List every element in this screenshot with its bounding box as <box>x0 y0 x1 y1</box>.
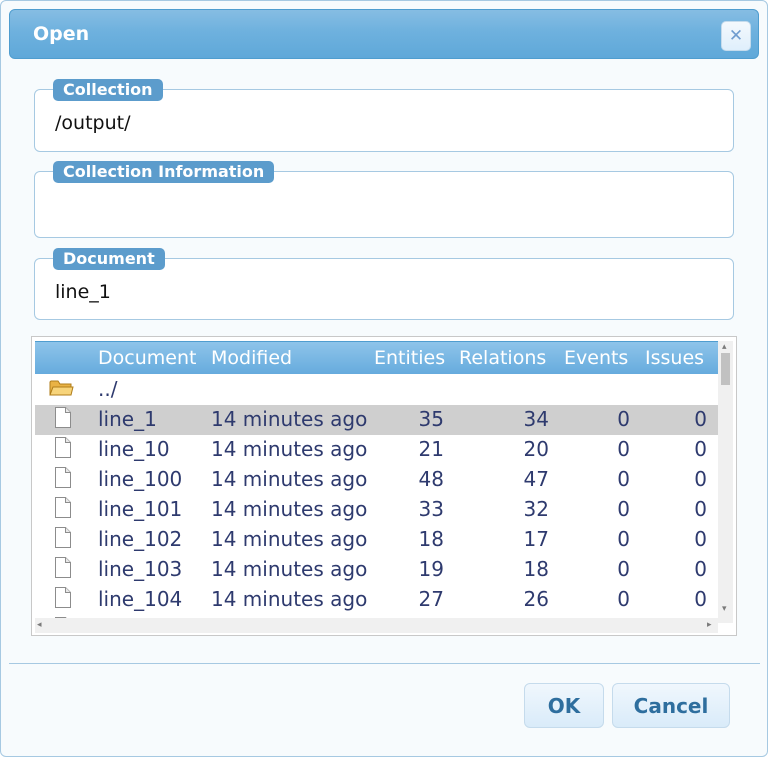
table-row[interactable]: line_104 14 minutes ago 27 26 0 0 <box>35 585 718 615</box>
document-icon <box>55 497 71 518</box>
row-issues: 0 <box>694 527 707 551</box>
row-issues: 0 <box>694 497 707 521</box>
row-entities: 27 <box>418 587 444 611</box>
document-list-viewport: Document Modified Entities Relations Eve… <box>35 341 718 623</box>
vertical-scrollbar[interactable]: ▴ ▾ <box>718 341 733 623</box>
document-icon <box>55 407 71 428</box>
row-relations: 32 <box>523 497 549 521</box>
row-events: 0 <box>617 497 630 521</box>
row-document-name: line_10 <box>98 437 170 461</box>
row-modified: 14 minutes ago <box>211 497 368 521</box>
document-value: line_1 <box>55 281 111 303</box>
dialog-titlebar[interactable]: Open ✕ <box>9 9 759 59</box>
cancel-button[interactable]: Cancel <box>612 683 730 728</box>
row-document-name: line_1 <box>98 407 157 431</box>
scroll-left-icon[interactable]: ◂ <box>37 621 42 630</box>
ok-button[interactable]: OK <box>524 683 604 728</box>
button-pane-divider <box>9 663 760 664</box>
table-header: Document Modified Entities Relations Eve… <box>35 341 718 374</box>
row-relations: 34 <box>523 407 549 431</box>
row-relations: 18 <box>523 557 549 581</box>
row-document-name: line_101 <box>98 497 183 521</box>
row-issues: 0 <box>694 587 707 611</box>
header-document[interactable]: Document <box>98 347 196 369</box>
open-dialog: Open ✕ Collection /output/ Collection In… <box>0 0 768 757</box>
row-relations: 26 <box>523 587 549 611</box>
header-issues[interactable]: Issues <box>645 347 704 369</box>
table-row[interactable]: line_103 14 minutes ago 19 18 0 0 <box>35 555 718 585</box>
collection-fieldset: Collection /output/ <box>34 79 734 152</box>
row-entities: 33 <box>418 497 444 521</box>
row-modified: 14 minutes ago <box>211 587 368 611</box>
document-icon <box>55 587 71 608</box>
row-issues: 0 <box>694 467 707 491</box>
collection-info-fieldset: Collection Information <box>34 161 734 238</box>
row-events: 0 <box>617 437 630 461</box>
table-row[interactable]: line_10 14 minutes ago 21 20 0 0 <box>35 435 718 465</box>
close-button[interactable]: ✕ <box>721 21 751 51</box>
dialog-title: Open <box>33 23 90 45</box>
parent-dir-label: ../ <box>98 377 118 401</box>
row-entities: 48 <box>418 467 444 491</box>
row-document-name: line_104 <box>98 587 183 611</box>
row-modified: 14 minutes ago <box>211 527 368 551</box>
scroll-down-icon[interactable]: ▾ <box>722 605 727 614</box>
header-entities[interactable]: Entities <box>374 347 445 369</box>
vertical-scroll-thumb[interactable] <box>721 353 730 385</box>
close-icon: ✕ <box>728 25 744 46</box>
row-entities: 35 <box>418 407 444 431</box>
header-relations[interactable]: Relations <box>459 347 546 369</box>
scroll-right-icon[interactable]: ▸ <box>707 621 712 630</box>
table-row[interactable]: line_100 14 minutes ago 48 47 0 0 <box>35 465 718 495</box>
row-modified: 14 minutes ago <box>211 437 368 461</box>
row-issues: 0 <box>694 557 707 581</box>
header-modified[interactable]: Modified <box>211 347 292 369</box>
table-row[interactable]: line_101 14 minutes ago 33 32 0 0 <box>35 495 718 525</box>
document-fieldset: Document line_1 <box>34 248 734 320</box>
row-events: 0 <box>617 407 630 431</box>
document-icon <box>55 467 71 488</box>
parent-dir-row[interactable]: ../ <box>35 375 718 405</box>
row-entities: 21 <box>418 437 444 461</box>
row-events: 0 <box>617 557 630 581</box>
row-relations: 47 <box>523 467 549 491</box>
horizontal-scrollbar[interactable]: ◂ ▸ <box>35 618 718 633</box>
row-relations: 20 <box>523 437 549 461</box>
header-events[interactable]: Events <box>564 347 628 369</box>
folder-icon <box>49 380 74 396</box>
row-entities: 19 <box>418 557 444 581</box>
document-icon <box>55 527 71 548</box>
document-legend: Document <box>53 248 165 270</box>
row-events: 0 <box>617 527 630 551</box>
collection-value: /output/ <box>55 112 131 134</box>
row-events: 0 <box>617 467 630 491</box>
document-icon <box>55 437 71 458</box>
row-document-name: line_102 <box>98 527 183 551</box>
scroll-up-icon[interactable]: ▴ <box>722 343 727 352</box>
document-list: Document Modified Entities Relations Eve… <box>31 336 737 636</box>
row-modified: 14 minutes ago <box>211 467 368 491</box>
row-document-name: line_100 <box>98 467 183 491</box>
collection-legend: Collection <box>53 79 163 101</box>
row-events: 0 <box>617 587 630 611</box>
row-issues: 0 <box>694 437 707 461</box>
row-issues: 0 <box>694 407 707 431</box>
row-entities: 18 <box>418 527 444 551</box>
table-row[interactable]: line_1 14 minutes ago 35 34 0 0 <box>35 405 718 435</box>
row-modified: 14 minutes ago <box>211 557 368 581</box>
document-icon <box>55 557 71 578</box>
table-row[interactable]: line_102 14 minutes ago 18 17 0 0 <box>35 525 718 555</box>
row-relations: 17 <box>523 527 549 551</box>
row-document-name: line_103 <box>98 557 183 581</box>
row-modified: 14 minutes ago <box>211 407 368 431</box>
collection-info-legend: Collection Information <box>53 161 275 183</box>
